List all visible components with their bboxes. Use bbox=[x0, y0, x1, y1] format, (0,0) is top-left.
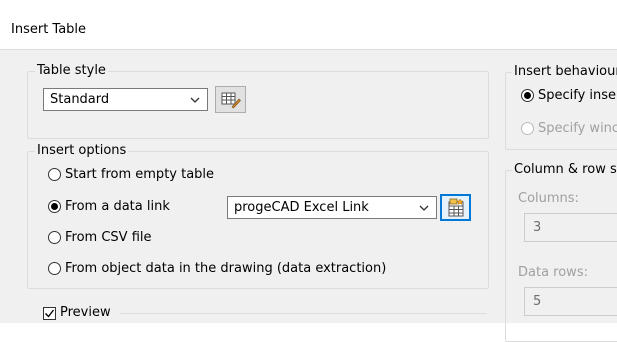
data-link-value: progeCAD Excel Link bbox=[234, 200, 369, 215]
radio-start-empty[interactable]: Start from empty table bbox=[48, 166, 238, 184]
window-title: Insert Table bbox=[11, 22, 87, 37]
radio-button[interactable] bbox=[521, 89, 534, 102]
chevron-down-icon bbox=[190, 97, 200, 103]
column-row-settings-group: Column & row se Columns: 3 Data rows: 5 bbox=[505, 162, 617, 342]
title-bar: Insert Table bbox=[0, 0, 617, 50]
table-style-group-label: Table style bbox=[35, 63, 108, 79]
table-style-group: Table style Standard bbox=[27, 63, 489, 139]
table-style-dialog-button[interactable] bbox=[215, 86, 246, 113]
radio-label: From CSV file bbox=[65, 230, 152, 245]
radio-label: Start from empty table bbox=[65, 167, 215, 182]
preview-checkbox[interactable] bbox=[43, 307, 56, 320]
checkmark-icon bbox=[45, 309, 55, 318]
table-style-dialog-icon bbox=[221, 92, 241, 109]
radio-label: Specify inse bbox=[538, 88, 617, 103]
columns-value: 3 bbox=[533, 220, 542, 235]
insert-options-group-label: Insert options bbox=[35, 143, 129, 159]
radio-specify-window: Specify winc bbox=[521, 120, 617, 138]
dialog-client-area: Table style Standard Insert options Star… bbox=[0, 50, 617, 342]
columns-label: Columns: bbox=[518, 191, 579, 206]
radio-label: From a data link bbox=[65, 199, 170, 214]
data-rows-label: Data rows: bbox=[518, 265, 588, 280]
insert-behaviour-group: Insert behaviour Specify inse Specify wi… bbox=[505, 64, 617, 150]
radio-specify-insertion-point[interactable]: Specify inse bbox=[521, 87, 617, 105]
data-link-dropdown[interactable]: progeCAD Excel Link bbox=[227, 196, 437, 219]
radio-button bbox=[521, 122, 534, 135]
radio-label: From object data in the drawing (data ex… bbox=[65, 261, 387, 276]
insert-behaviour-group-label: Insert behaviour bbox=[512, 64, 617, 80]
chevron-down-icon bbox=[419, 205, 429, 211]
insert-options-group: Insert options Start from empty table Fr… bbox=[27, 143, 489, 289]
radio-from-csv[interactable]: From CSV file bbox=[48, 229, 178, 247]
radio-button[interactable] bbox=[48, 168, 61, 181]
radio-from-data-link[interactable]: From a data link bbox=[48, 198, 218, 216]
data-rows-input: 5 bbox=[524, 287, 617, 316]
column-row-settings-group-label: Column & row se bbox=[512, 162, 617, 178]
radio-button[interactable] bbox=[48, 262, 61, 275]
preview-group-border bbox=[120, 313, 487, 314]
radio-button[interactable] bbox=[48, 200, 61, 213]
columns-input: 3 bbox=[524, 213, 617, 242]
data-link-manager-icon bbox=[448, 198, 464, 217]
data-rows-value: 5 bbox=[533, 294, 542, 309]
radio-label: Specify winc bbox=[538, 121, 617, 136]
table-style-dropdown[interactable]: Standard bbox=[43, 88, 208, 111]
table-style-value: Standard bbox=[50, 92, 110, 107]
data-link-manager-button[interactable] bbox=[440, 194, 471, 221]
preview-label: Preview bbox=[60, 305, 111, 320]
radio-from-object-data[interactable]: From object data in the drawing (data ex… bbox=[48, 260, 458, 278]
radio-button[interactable] bbox=[48, 231, 61, 244]
